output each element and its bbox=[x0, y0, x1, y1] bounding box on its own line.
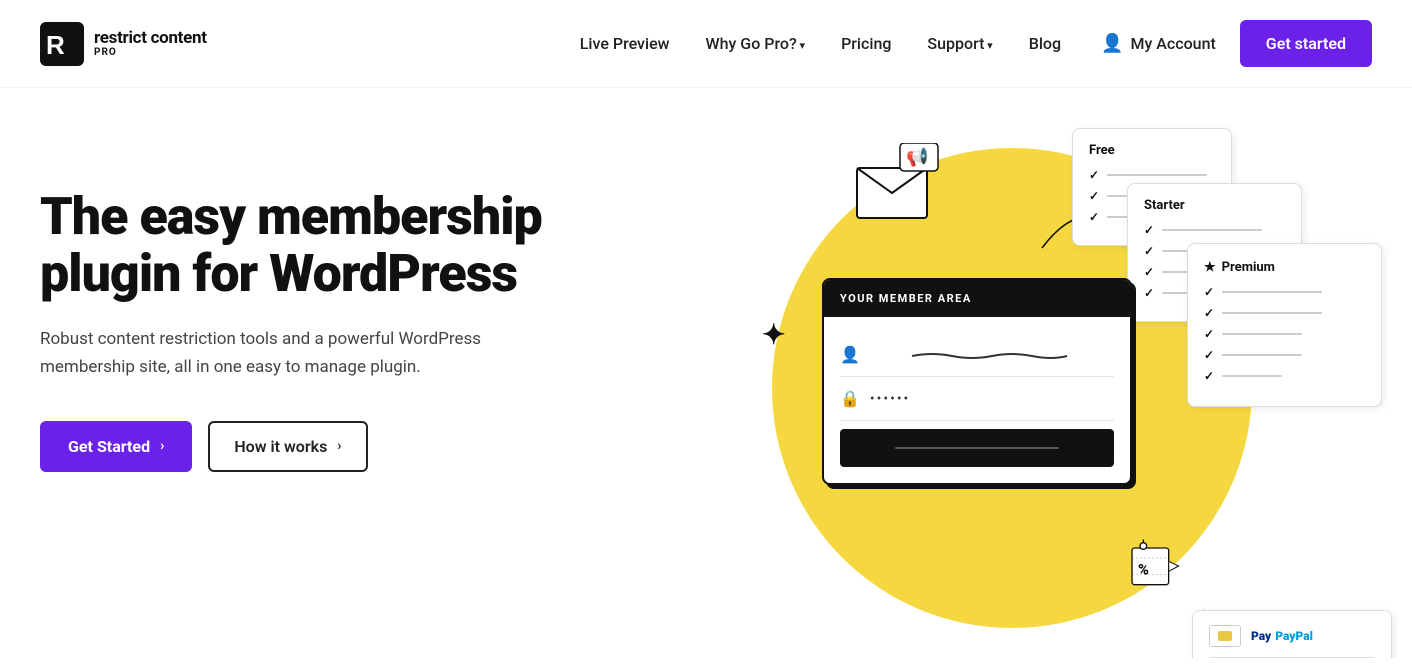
member-area-card: YOUR MEMBER AREA 👤 🔒 •••••• bbox=[822, 278, 1132, 485]
envelope-decoration: 📢 bbox=[852, 143, 942, 227]
how-it-works-button[interactable]: How it works › bbox=[208, 421, 367, 472]
user-field-icon: 👤 bbox=[840, 345, 860, 364]
get-started-button[interactable]: Get Started › bbox=[40, 421, 192, 472]
logo-text: restrict content PRO bbox=[94, 30, 207, 58]
my-account-link[interactable]: 👤 My Account bbox=[1101, 33, 1216, 54]
logo[interactable]: R restrict content PRO bbox=[40, 22, 207, 66]
nav-links: Live Preview Why Go Pro? Pricing Support… bbox=[580, 34, 1061, 53]
svg-text:📢: 📢 bbox=[906, 146, 928, 168]
hero-section: The easy membership plugin for WordPress… bbox=[0, 88, 1412, 658]
hero-illustration: ✦ ✦ ✦ 📢 bbox=[712, 88, 1412, 658]
arrow-icon: › bbox=[337, 438, 341, 454]
get-started-nav-button[interactable]: Get started bbox=[1240, 20, 1372, 67]
payment-card: PayPayPal bbox=[1192, 610, 1392, 658]
hero-subtitle: Robust content restriction tools and a p… bbox=[40, 326, 520, 380]
logo-icon: R bbox=[40, 22, 84, 66]
member-area-header: YOUR MEMBER AREA bbox=[824, 280, 1130, 317]
pricing-card-premium: ★ Premium ✓ ✓ ✓ ✓ ✓ bbox=[1187, 243, 1382, 407]
navbar: R restrict content PRO Live Preview Why … bbox=[0, 0, 1412, 88]
login-button bbox=[840, 429, 1114, 467]
pricing-starter-title: Starter bbox=[1144, 198, 1285, 213]
hero-content: The easy membership plugin for WordPress… bbox=[40, 148, 620, 472]
credit-card-icon bbox=[1209, 625, 1241, 647]
password-dots: •••••• bbox=[870, 391, 910, 407]
lock-icon: 🔒 bbox=[840, 389, 860, 408]
member-area-body: 👤 🔒 •••••• bbox=[824, 317, 1130, 483]
password-field: 🔒 •••••• bbox=[840, 377, 1114, 421]
premium-star-icon: ★ bbox=[1204, 260, 1216, 275]
nav-item-blog[interactable]: Blog bbox=[1029, 34, 1061, 53]
payment-methods-row: PayPayPal bbox=[1209, 625, 1375, 647]
nav-right: 👤 My Account Get started bbox=[1101, 20, 1372, 67]
user-icon: 👤 bbox=[1101, 33, 1123, 54]
star-decoration-1: ✦ bbox=[762, 318, 785, 351]
username-field: 👤 bbox=[840, 333, 1114, 377]
discount-tag-decoration: % bbox=[1122, 538, 1182, 598]
nav-item-support[interactable]: Support bbox=[927, 34, 992, 53]
svg-text:R: R bbox=[46, 30, 65, 60]
hero-title: The easy membership plugin for WordPress bbox=[40, 188, 620, 302]
pricing-premium-title: ★ Premium bbox=[1204, 260, 1365, 275]
paypal-logo: PayPayPal bbox=[1251, 629, 1313, 643]
nav-item-pricing[interactable]: Pricing bbox=[841, 34, 891, 53]
nav-item-live-preview[interactable]: Live Preview bbox=[580, 34, 670, 53]
nav-item-why-go-pro[interactable]: Why Go Pro? bbox=[706, 34, 806, 53]
svg-text:%: % bbox=[1138, 561, 1149, 579]
hero-buttons: Get Started › How it works › bbox=[40, 421, 620, 472]
pricing-free-title: Free bbox=[1089, 143, 1215, 158]
payment-line-1 bbox=[1209, 657, 1375, 658]
arrow-right-icon: › bbox=[160, 438, 164, 454]
